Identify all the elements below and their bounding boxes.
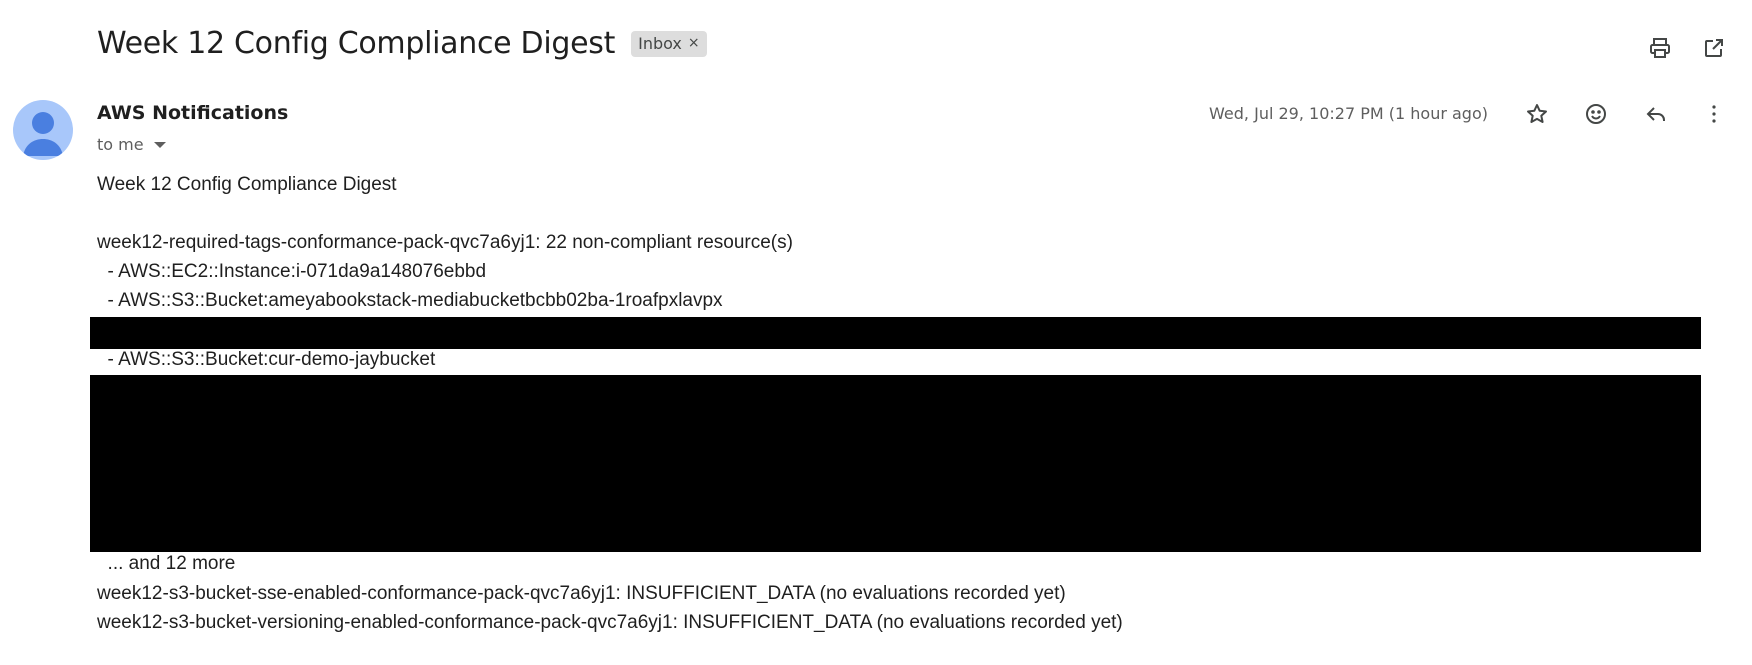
more-vert-icon xyxy=(1712,105,1716,123)
open-in-new-window-icon xyxy=(1705,39,1723,57)
redaction-block xyxy=(90,375,1701,552)
resource-line: - AWS::S3::Bucket:ameyabookstack-mediabu… xyxy=(97,290,723,311)
resource-line: - AWS::S3::Bucket:cur-demo-jaybucket xyxy=(97,349,436,370)
rule-required-tags-summary: week12-required-tags-conformance-pack-qv… xyxy=(97,232,793,253)
rule-sse-enabled-summary: week12-s3-bucket-sse-enabled-conformance… xyxy=(97,583,1066,604)
remove-label-icon[interactable]: × xyxy=(688,35,700,51)
recipient-details-toggle[interactable]: to me xyxy=(97,135,166,154)
redaction-block xyxy=(90,317,1701,349)
recipient-text: to me xyxy=(97,135,144,154)
print-icon xyxy=(1650,38,1670,58)
sender-avatar[interactable] xyxy=(13,100,73,160)
more-resources-line: ... and 12 more xyxy=(97,553,236,574)
body-heading: Week 12 Config Compliance Digest xyxy=(97,174,397,195)
star-icon xyxy=(1527,104,1547,123)
more-options-button[interactable] xyxy=(1698,98,1730,130)
avatar-person-icon xyxy=(23,112,63,156)
open-in-new-window-button[interactable] xyxy=(1698,32,1730,64)
add-reaction-button[interactable] xyxy=(1580,98,1612,130)
email-subject: Week 12 Config Compliance Digest xyxy=(97,26,616,61)
email-date: Wed, Jul 29, 10:27 PM (1 hour ago) xyxy=(1209,104,1488,123)
resource-line: - AWS::EC2::Instance:i-071da9a148076ebbd xyxy=(97,261,487,282)
reply-button[interactable] xyxy=(1640,98,1672,130)
subject-header: Week 12 Config Compliance Digest Inbox × xyxy=(97,26,707,61)
emoji-icon xyxy=(1586,104,1606,124)
inbox-label-chip[interactable]: Inbox × xyxy=(631,30,707,57)
email-view: Week 12 Config Compliance Digest Inbox ×… xyxy=(0,0,1752,665)
sender-name[interactable]: AWS Notifications xyxy=(97,102,288,124)
chevron-down-icon xyxy=(153,141,166,148)
reply-icon xyxy=(1646,107,1665,121)
star-button[interactable] xyxy=(1521,98,1553,130)
rule-versioning-enabled-summary: week12-s3-bucket-versioning-enabled-conf… xyxy=(97,612,1123,633)
print-button[interactable] xyxy=(1644,32,1676,64)
label-chip-text: Inbox xyxy=(638,33,682,53)
